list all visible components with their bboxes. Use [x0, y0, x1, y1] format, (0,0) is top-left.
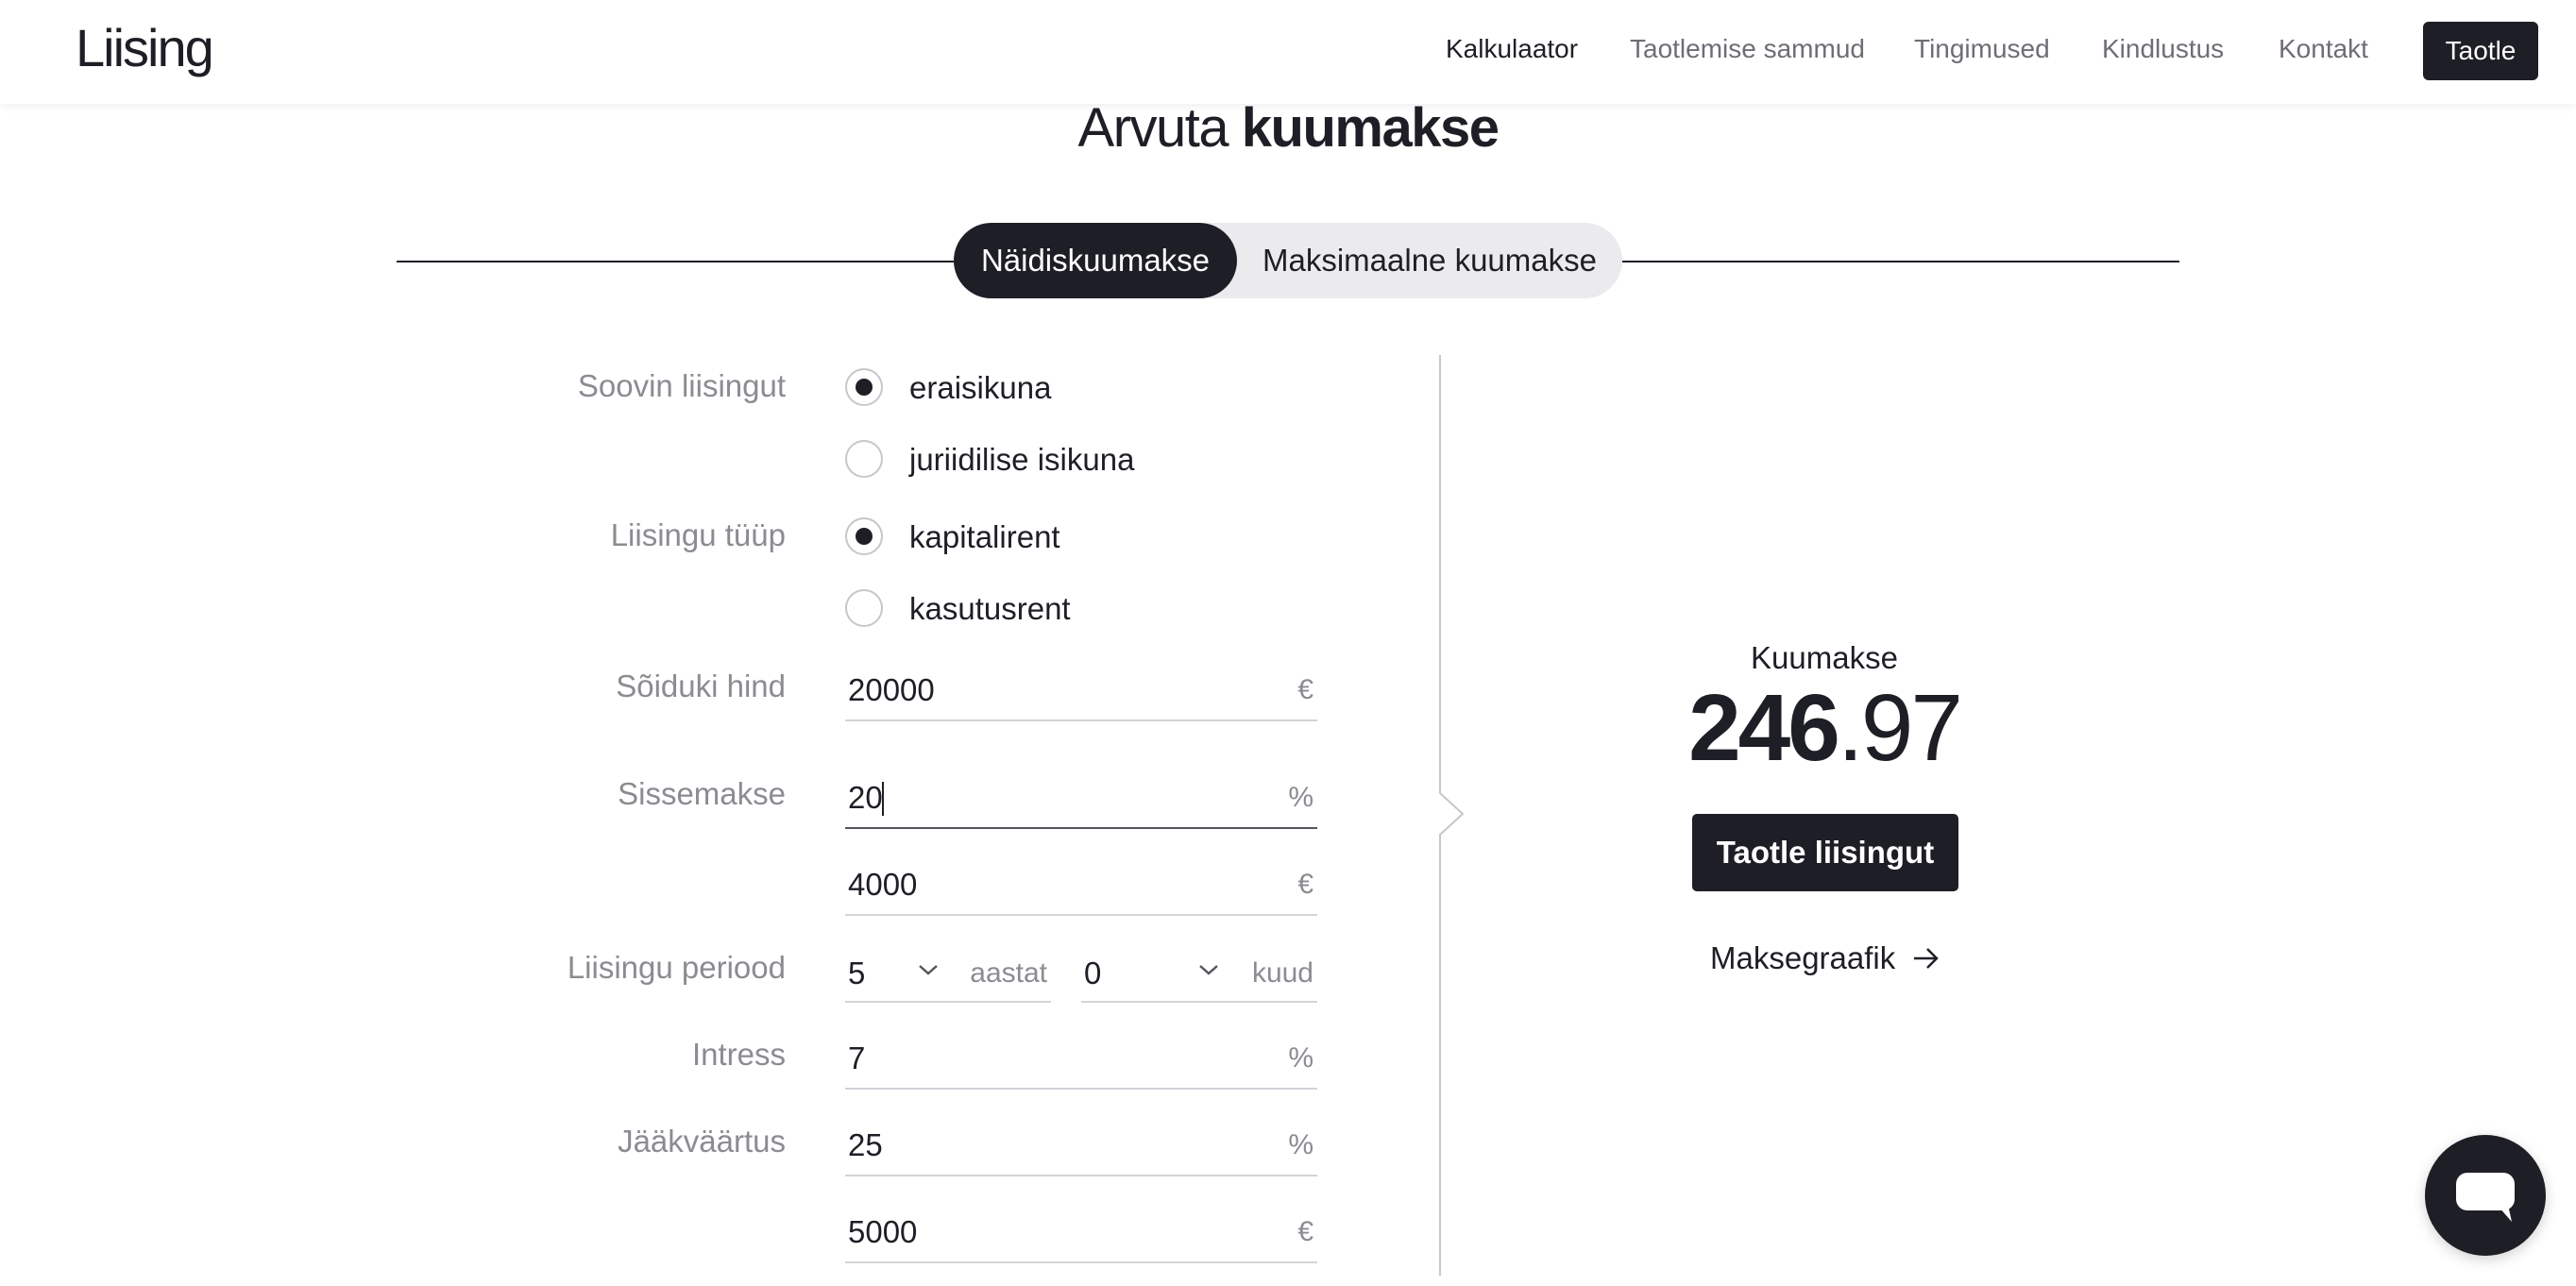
- period-years-value: 5: [848, 956, 866, 990]
- vehicle-price-field[interactable]: €: [845, 663, 1317, 721]
- interest-field[interactable]: %: [845, 1031, 1317, 1090]
- payment-schedule-link[interactable]: Maksegraafik: [1710, 940, 1940, 976]
- arrow-right-icon: [1914, 948, 1940, 969]
- page-title-prefix: Arvuta: [1077, 97, 1229, 159]
- vehicle-price-input[interactable]: [848, 668, 1226, 712]
- nav-item-kontakt[interactable]: Kontakt: [2279, 34, 2368, 64]
- nav-item-tingimused[interactable]: Tingimused: [1914, 34, 2050, 64]
- applicant-type-label: Soovin liisingut: [577, 368, 786, 403]
- chevron-down-icon: [1199, 965, 1218, 975]
- page-title-emphasis: kuumakse: [1241, 97, 1500, 159]
- period-months-value: 0: [1084, 956, 1102, 990]
- logo[interactable]: Liising: [76, 17, 214, 78]
- calculator-tabs: Näidiskuumakse Maksimaalne kuumakse: [954, 223, 1622, 298]
- residual-percent-field[interactable]: %: [845, 1118, 1317, 1176]
- header-apply-button[interactable]: Taotle: [2423, 22, 2538, 80]
- period-months-select[interactable]: 0 kuud: [1081, 944, 1317, 1003]
- radio-legal-entity-label[interactable]: juriidilise isikuna: [909, 442, 1134, 478]
- nav-item-kindlustus[interactable]: Kindlustus: [2102, 34, 2224, 64]
- residual-amount-field[interactable]: €: [845, 1205, 1317, 1263]
- radio-capital-lease[interactable]: [845, 517, 883, 555]
- residual-amount-unit: €: [1297, 1216, 1313, 1247]
- site-header: Liising Kalkulaator Taotlemise sammud Ti…: [0, 0, 2576, 104]
- monthly-payment-integer: 246: [1688, 675, 1840, 781]
- apply-lease-button[interactable]: Taotle liisingut: [1692, 814, 1958, 891]
- tab-divider-left: [397, 261, 954, 262]
- down-payment-label: Sissemakse: [618, 776, 786, 811]
- tab-divider-right: [1622, 261, 2179, 262]
- chat-button[interactable]: [2425, 1135, 2546, 1256]
- interest-label: Intress: [691, 1037, 786, 1072]
- down-payment-amount-field[interactable]: €: [845, 857, 1317, 916]
- residual-percent-input[interactable]: [848, 1124, 1226, 1167]
- monthly-payment-decimal: .97: [1837, 675, 1963, 781]
- monthly-payment-value: 246.97: [1683, 674, 1966, 783]
- down-payment-percent-field[interactable]: %: [845, 770, 1317, 829]
- chevron-down-icon: [919, 965, 938, 975]
- vehicle-price-unit: €: [1297, 674, 1313, 705]
- radio-operating-lease[interactable]: [845, 589, 883, 627]
- period-years-select[interactable]: 5 aastat: [845, 944, 1051, 1003]
- down-payment-amount-input[interactable]: [848, 863, 1226, 906]
- residual-amount-input[interactable]: [848, 1210, 1226, 1254]
- interest-unit: %: [1288, 1042, 1313, 1074]
- radio-private-person[interactable]: [845, 368, 883, 406]
- period-years-unit: aastat: [970, 957, 1047, 989]
- nav-item-kalkulaator[interactable]: Kalkulaator: [1446, 34, 1578, 64]
- tab-maximum-payment[interactable]: Maksimaalne kuumakse: [1237, 223, 1622, 298]
- interest-input[interactable]: [848, 1037, 1226, 1080]
- tab-sample-payment[interactable]: Näidiskuumakse: [954, 223, 1237, 298]
- down-payment-percent-unit: %: [1288, 782, 1313, 813]
- period-months-unit: kuud: [1251, 957, 1313, 989]
- monthly-payment-label: Kuumakse: [1751, 640, 1898, 675]
- residual-value-label: Jääkväärtus: [618, 1124, 786, 1159]
- down-payment-percent-input[interactable]: [848, 776, 1226, 820]
- text-caret: [882, 782, 884, 816]
- residual-percent-unit: %: [1288, 1129, 1313, 1160]
- payment-schedule-label: Maksegraafik: [1710, 940, 1896, 975]
- radio-private-person-label[interactable]: eraisikuna: [909, 370, 1051, 406]
- radio-capital-lease-label[interactable]: kapitalirent: [909, 519, 1060, 555]
- radio-legal-entity[interactable]: [845, 440, 883, 478]
- page-title: Arvuta kuumakse: [0, 96, 2576, 160]
- nav-item-taotlemise-sammud[interactable]: Taotlemise sammud: [1630, 34, 1865, 64]
- radio-operating-lease-label[interactable]: kasutusrent: [909, 591, 1071, 627]
- down-payment-amount-unit: €: [1297, 869, 1313, 900]
- chat-bubble-icon: [2456, 1173, 2515, 1222]
- lease-type-label: Liisingu tüüp: [610, 517, 786, 552]
- lease-period-label: Liisingu periood: [567, 950, 786, 985]
- result-divider: [1439, 355, 1465, 1276]
- vehicle-price-label: Sõiduki hind: [616, 668, 786, 703]
